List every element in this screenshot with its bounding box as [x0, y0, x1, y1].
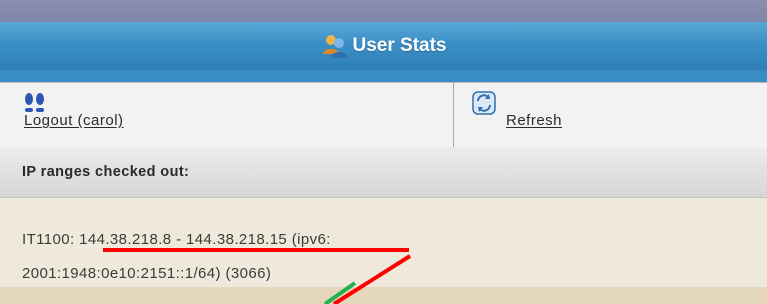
- section-header: IP ranges checked out:: [0, 147, 767, 198]
- range-name: IT1100:: [22, 231, 75, 248]
- ipv6-address: 2001:1948:0e10:2151::1/64): [22, 265, 221, 282]
- logout-cell: Logout (carol): [0, 83, 454, 147]
- ip-range-line-1: IT1100: 144.38.218.8 - 144.38.218.15 (ip…: [22, 231, 331, 248]
- refresh-cell: Refresh: [454, 83, 767, 147]
- users-icon: [322, 35, 347, 58]
- ipv6-prefix: (ipv6:: [291, 231, 331, 248]
- refresh-link[interactable]: Refresh: [506, 112, 562, 129]
- header-bar: User Stats: [0, 22, 767, 70]
- header-title-group: User Stats: [321, 32, 447, 60]
- ipv4-range: 144.38.218.8 - 144.38.218.15: [79, 231, 288, 248]
- page-title: User Stats: [352, 35, 447, 56]
- refresh-icon: [472, 91, 496, 115]
- section-label: IP ranges checked out:: [22, 164, 190, 180]
- header-underline: [0, 70, 767, 82]
- top-strip: [0, 0, 767, 22]
- range-count: (3066): [225, 265, 272, 282]
- action-bar: Logout (carol) Refresh: [0, 82, 767, 148]
- ip-range-line-2: 2001:1948:0e10:2151::1/64) (3066): [22, 265, 271, 282]
- content-bottom-band: [0, 287, 767, 304]
- logout-link[interactable]: Logout (carol): [24, 112, 124, 129]
